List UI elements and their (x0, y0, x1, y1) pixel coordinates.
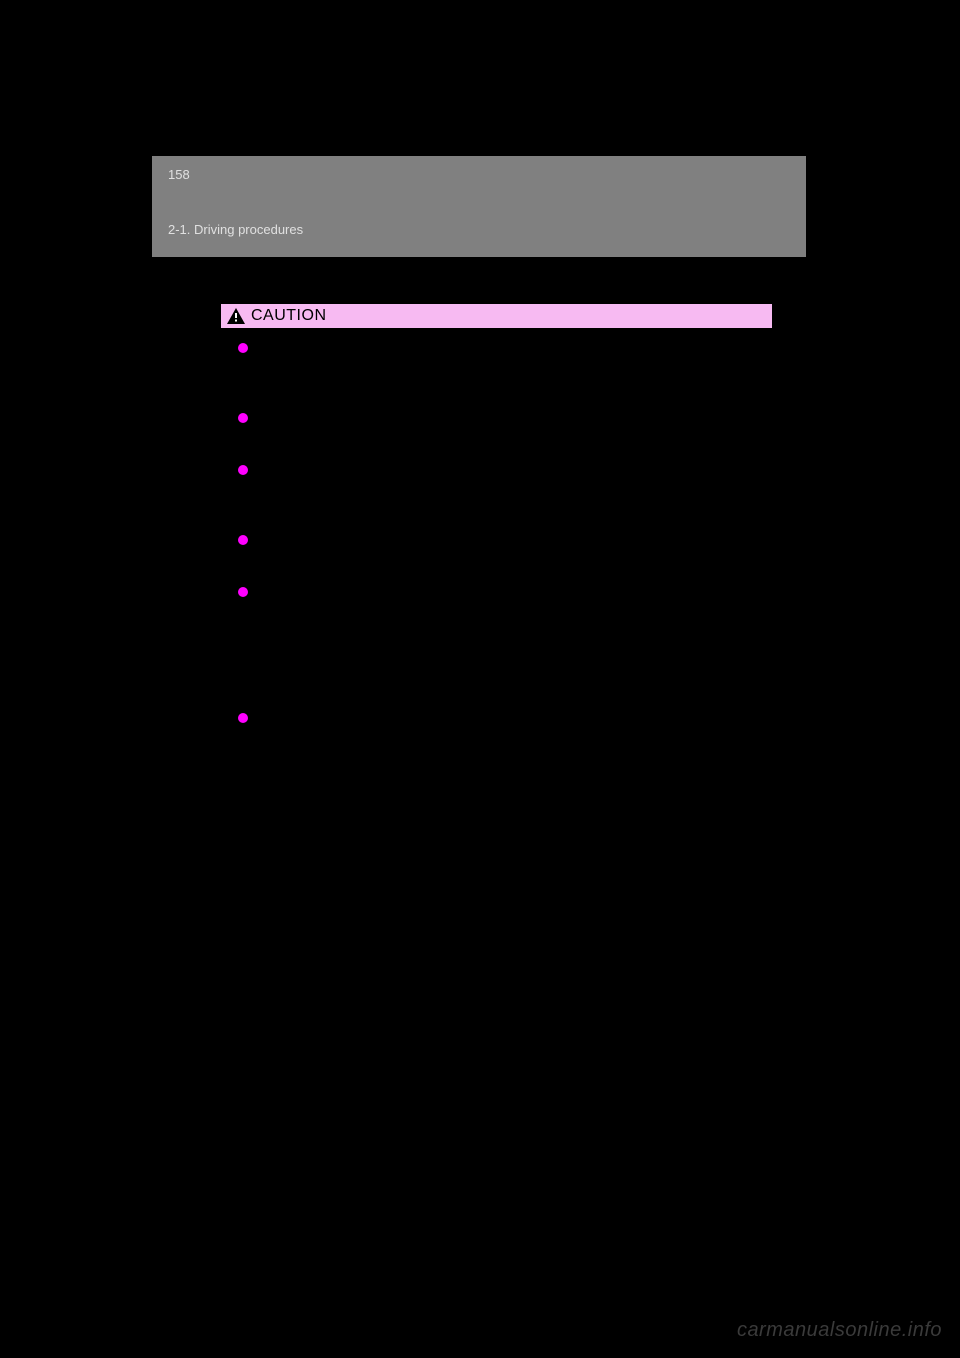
warning-icon (227, 308, 245, 324)
list-item: During normal driving, do not turn off t… (238, 531, 759, 565)
caution-title: CAUTION (251, 307, 327, 325)
bullet-icon (238, 587, 248, 597)
caution-header: CAUTION (220, 303, 773, 329)
list-item-text: Moving the shift lever to N while the ve… (256, 464, 745, 498)
bullet-icon (238, 343, 248, 353)
page-number: 158 (168, 167, 190, 182)
caution-box: CAUTION Do not shift the shift lever to … (220, 303, 773, 771)
list-item-text: Do not adjust the positions of the steer… (256, 712, 731, 746)
list-item: Use engine braking (downshift) to mainta… (238, 583, 759, 691)
list-item-text: Use engine braking (downshift) to mainta… (256, 586, 745, 620)
watermark: carmanualsonline.info (737, 1319, 942, 1342)
list-item: Moving the shift lever to N while the ve… (238, 461, 759, 513)
caution-body: Do not shift the shift lever to R while … (220, 329, 773, 771)
list-item: Do not shift the shift lever to R while … (238, 339, 759, 391)
list-item-text: Do not shift the shift lever to R while … (256, 342, 749, 376)
section-label: 2-1. Driving procedures (168, 222, 303, 237)
bullet-icon (238, 413, 248, 423)
list-item-text: During normal driving, do not turn off t… (256, 534, 741, 568)
bullet-icon (238, 465, 248, 475)
bullet-icon (238, 713, 248, 723)
list-item: Do not adjust the positions of the steer… (238, 709, 759, 743)
list-item-text: Do not shift the shift lever to D while … (256, 412, 712, 446)
bullet-icon (238, 535, 248, 545)
header-bar (152, 156, 806, 257)
list-item: Do not shift the shift lever to D while … (238, 409, 759, 443)
